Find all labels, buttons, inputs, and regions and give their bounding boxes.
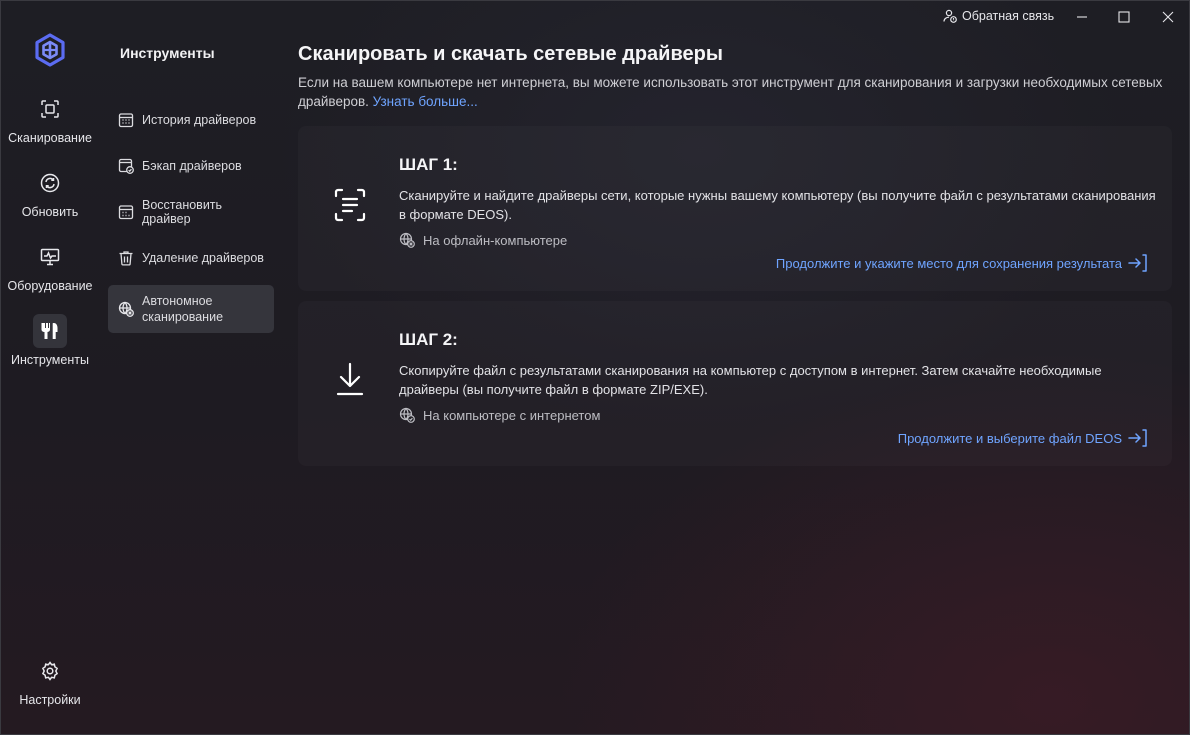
step-card-2: ШАГ 2: Скопируйте файл с результатами ск… [298, 301, 1172, 466]
learn-more-link[interactable]: Узнать больше... [373, 94, 478, 109]
rail-item-settings[interactable]: Настройки [1, 654, 99, 707]
rail-item-label: Сканирование [8, 131, 92, 145]
subnav-item-restore-driver[interactable]: Восстановить драйвер [108, 190, 274, 234]
step-2-continue-link[interactable]: Продолжите и выберите файл DEOS [898, 429, 1148, 447]
tools-icon [33, 314, 67, 348]
step-2-location: На компьютере с интернетом [399, 407, 600, 423]
rail-item-scan[interactable]: Сканирование [1, 92, 99, 145]
rail-item-hardware[interactable]: Оборудование [1, 240, 99, 293]
restore-icon [118, 205, 134, 220]
step-1-continue-link[interactable]: Продолжите и укажите место для сохранени… [776, 254, 1148, 272]
subnav-item-label-line1: Автономное [142, 294, 213, 308]
rail-item-label: Обновить [21, 205, 79, 219]
gear-icon [33, 654, 67, 688]
step-1-location: На офлайн-компьютере [399, 232, 567, 248]
step-1-link-label: Продолжите и укажите место для сохранени… [775, 255, 1122, 271]
monitor-icon [33, 240, 67, 274]
trash-icon [119, 251, 133, 266]
minimize-icon [1077, 16, 1087, 18]
calendar-icon [118, 113, 134, 128]
subnav-item-driver-backup[interactable]: Бэкап драйверов [108, 144, 274, 188]
feedback-label: Обратная связь [962, 9, 1055, 23]
step-1-title: ШАГ 1: [399, 155, 458, 174]
backup-icon [118, 158, 134, 174]
subnav-item-driver-removal[interactable]: Удаление драйверов [108, 236, 274, 280]
rail-item-update[interactable]: Обновить [1, 166, 99, 219]
feedback-user-icon [943, 9, 957, 23]
page-title: Сканировать и скачать сетевые драйверы [298, 43, 723, 65]
subnav-item-label: Восстановить драйвер [142, 198, 223, 226]
rail-item-label: Инструменты [11, 353, 89, 367]
settings-label: Настройки [19, 693, 81, 707]
step-card-1: ШАГ 1: Сканируйте и найдите драйверы сет… [298, 126, 1172, 291]
subnav-title: Инструменты [120, 45, 215, 61]
step-2-description: Скопируйте файл с результатами сканирова… [399, 363, 1102, 397]
subnav-item-label: Бэкап драйверов [142, 159, 242, 173]
step-2-location-label: На компьютере с интернетом [423, 407, 601, 423]
maximize-button[interactable] [1104, 5, 1144, 29]
subnav-item-label: История драйверов [142, 113, 257, 127]
step-2-title: ШАГ 2: [399, 330, 458, 349]
subnav-item-offline-scan[interactable]: Автономное сканирование [108, 285, 274, 333]
primary-sidebar: Сканирование Обновить Оборудование Инстр… [1, 1, 99, 734]
subnav-item-label: Удаление драйверов [142, 251, 264, 265]
arrow-enter-icon [1128, 429, 1147, 447]
document-scan-icon [334, 188, 366, 222]
close-icon [1162, 11, 1174, 23]
step-1-description: Сканируйте и найдите драйверы сети, кото… [399, 188, 1156, 222]
subnav-item-label-line2: сканирование [142, 310, 224, 324]
page-description: Если на вашем компьютере нет интернета, … [298, 73, 1168, 111]
download-icon [336, 362, 364, 396]
scan-icon [33, 92, 67, 126]
rail-item-tools[interactable]: Инструменты [1, 314, 99, 367]
subnav-item-driver-history[interactable]: История драйверов [108, 98, 274, 142]
subnav-item-label: Автономное сканирование [142, 293, 223, 325]
rail-item-label: Оборудование [7, 279, 93, 293]
refresh-icon [33, 166, 67, 200]
feedback-button[interactable]: Обратная связь [943, 9, 1054, 23]
tools-sidebar: Инструменты История драйверов Бэкап драй… [108, 1, 278, 734]
step-2-link-label: Продолжите и выберите файл DEOS [897, 430, 1122, 446]
globe-icon [399, 407, 415, 423]
minimize-button[interactable] [1062, 5, 1102, 29]
close-button[interactable] [1148, 5, 1188, 29]
arrow-enter-icon [1128, 254, 1147, 272]
app-logo-icon [35, 33, 65, 67]
maximize-icon [1118, 11, 1130, 23]
app-window: Сканирование Обновить Оборудование Инстр… [0, 0, 1190, 735]
offline-globe-icon [118, 301, 134, 317]
step-1-location-label: На офлайн-компьютере [423, 232, 568, 248]
globe-offline-icon [399, 232, 415, 248]
